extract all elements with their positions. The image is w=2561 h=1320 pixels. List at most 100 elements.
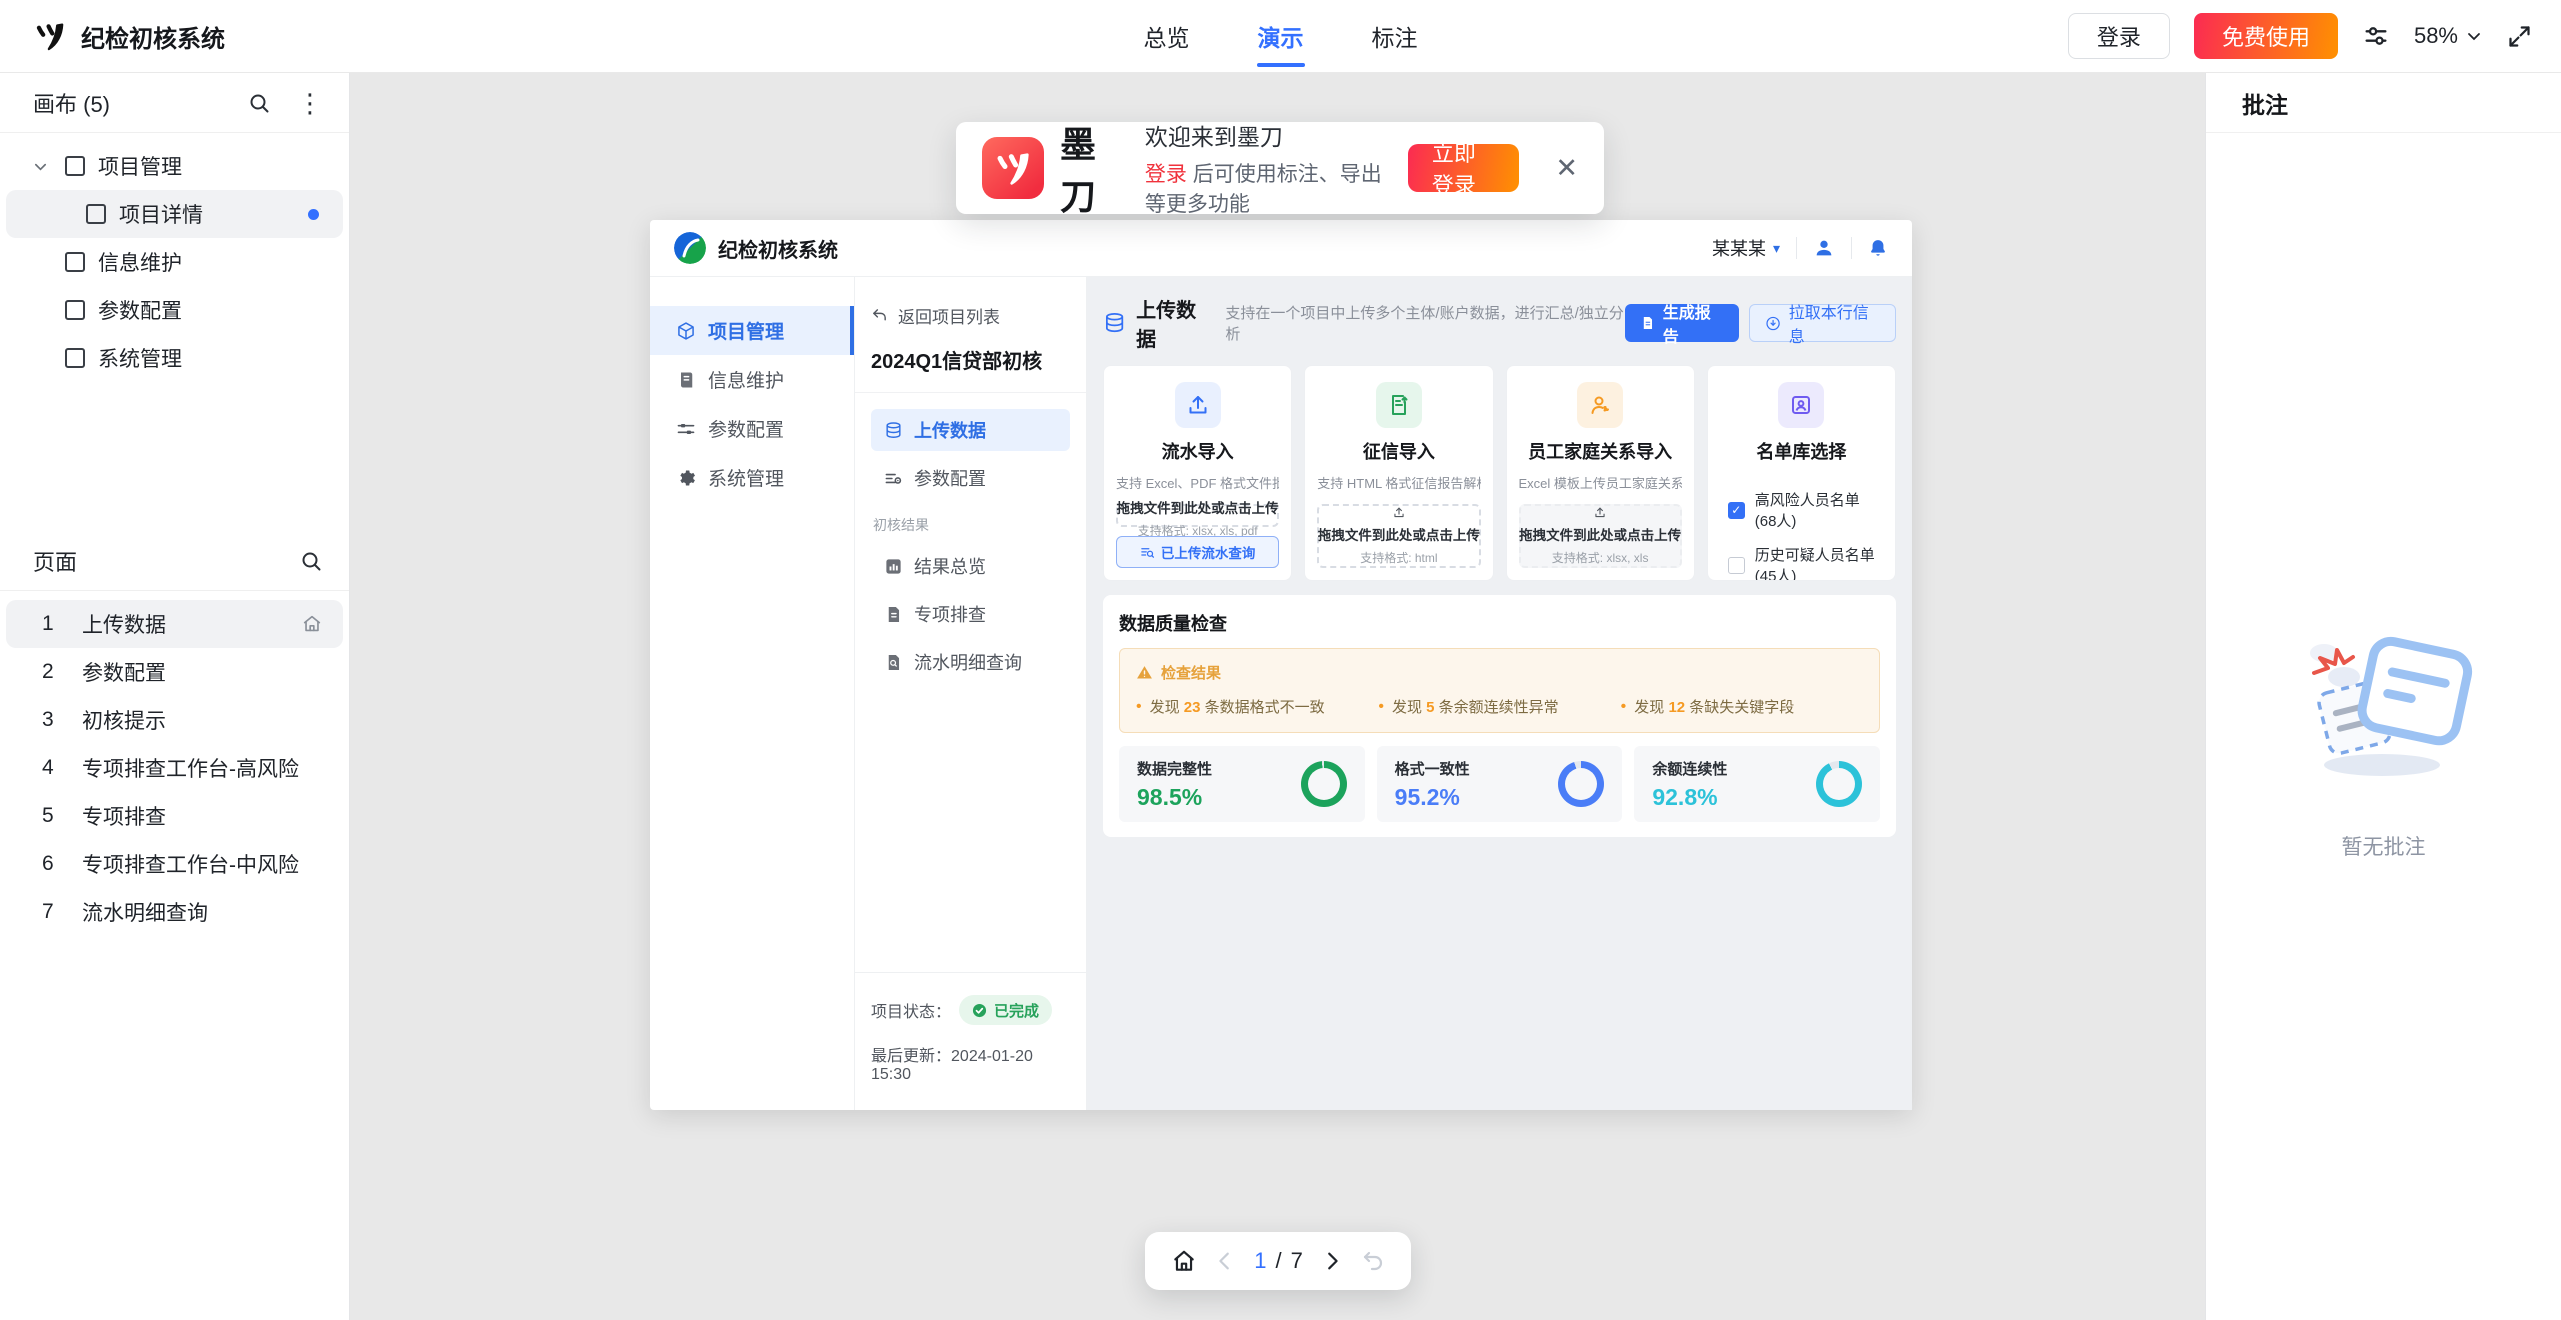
page-row-flow-detail-query[interactable]: 7 流水明细查询 xyxy=(6,888,343,936)
nav-item-label: 项目管理 xyxy=(708,317,784,344)
home-button[interactable] xyxy=(1171,1248,1197,1274)
dropzone-text: 拖拽文件到此处或点击上传 xyxy=(1519,524,1681,544)
empty-annotations-label: 暂无批注 xyxy=(2206,831,2561,861)
document-upload-icon xyxy=(1376,382,1422,428)
presentation-canvas: 墨刀 欢迎来到墨刀 登录 后可使用标注、导出等更多功能 立即登录 ✕ xyxy=(350,73,2205,1320)
divider xyxy=(1851,237,1852,259)
subnav-item-upload-data[interactable]: 上传数据 xyxy=(871,409,1070,451)
mockup-secondary-nav: 返回项目列表 2024Q1信贷部初核 上传数据 参数配置 xyxy=(855,277,1087,1110)
home-page-icon xyxy=(301,613,323,635)
page-row-parameter-config[interactable]: 2 参数配置 xyxy=(6,648,343,696)
search-icon[interactable] xyxy=(247,91,271,115)
frame-icon xyxy=(65,348,85,368)
chevron-down-icon[interactable] xyxy=(28,159,52,174)
metric-value: 92.8% xyxy=(1652,784,1727,811)
back-label: 返回项目列表 xyxy=(898,303,1000,328)
design-mockup[interactable]: 纪检初核系统 某某某 ▾ xyxy=(650,220,1912,1110)
login-button[interactable]: 登录 xyxy=(2068,13,2170,59)
nav-item-info-maintenance[interactable]: 信息维护 xyxy=(650,355,854,404)
restart-button[interactable] xyxy=(1361,1249,1385,1273)
upload-icon xyxy=(1591,506,1609,519)
login-now-button[interactable]: 立即登录 xyxy=(1408,144,1520,192)
page-number: 2 xyxy=(42,660,82,684)
tab-annotate[interactable]: 标注 xyxy=(1366,0,1424,72)
database-icon xyxy=(884,421,903,440)
back-to-project-list[interactable]: 返回项目列表 xyxy=(871,303,1070,328)
page-number: 7 xyxy=(42,900,82,924)
zoom-level-dropdown[interactable]: 58% xyxy=(2414,23,2482,49)
close-icon[interactable]: ✕ xyxy=(1555,153,1578,184)
user-icon[interactable] xyxy=(1813,237,1835,259)
dropzone-formats: 支持格式: xlsx, xls xyxy=(1552,549,1649,566)
card-flow-import: 流水导入 支持 Excel、PDF 格式文件批量上传 拖拽文件到此处或点击上传 … xyxy=(1103,365,1292,581)
file-dropzone[interactable]: 拖拽文件到此处或点击上传 支持格式: html xyxy=(1317,504,1480,568)
next-page-button[interactable] xyxy=(1321,1250,1343,1272)
page-row-special-check-mid-risk[interactable]: 6 专项排查工作台-中风险 xyxy=(6,840,343,888)
search-icon[interactable] xyxy=(299,549,323,573)
generate-report-label: 生成报告 xyxy=(1663,299,1724,347)
pull-bank-info-button[interactable]: 拉取本行信息 xyxy=(1749,304,1896,342)
tree-item-project-detail[interactable]: 项目详情 xyxy=(6,190,343,238)
finding-format-mismatch: • 发现 23 条数据格式不一致 xyxy=(1136,696,1378,717)
fullscreen-icon[interactable] xyxy=(2506,23,2533,50)
nav-item-system-management[interactable]: 系统管理 xyxy=(650,453,854,502)
page-row-special-check-high-risk[interactable]: 4 专项排查工作台-高风险 xyxy=(6,744,343,792)
report-icon xyxy=(1640,315,1655,331)
status-label: 项目状态： xyxy=(871,998,951,1022)
file-dropzone[interactable]: 拖拽文件到此处或点击上传 支持格式: xlsx, xls, pdf xyxy=(1116,504,1279,527)
tree-item-info-maintenance[interactable]: 信息维护 xyxy=(6,238,343,286)
checkbox-high-risk-list[interactable]: ✓ 高风险人员名单(68人) xyxy=(1728,489,1881,531)
checkbox-icon: ✓ xyxy=(1728,557,1745,574)
updated-label: 最后更新： xyxy=(871,1048,951,1065)
user-dropdown[interactable]: 某某某 ▾ xyxy=(1712,235,1780,261)
more-options-icon[interactable]: ⋮ xyxy=(297,90,323,116)
page-label: 专项排查工作台-中风险 xyxy=(82,849,323,879)
tree-item-parameter-config[interactable]: 参数配置 xyxy=(6,286,343,334)
subnav-item-result-overview[interactable]: 结果总览 xyxy=(871,545,1070,587)
subnav-item-flow-detail-query[interactable]: 流水明细查询 xyxy=(871,641,1070,683)
tab-overview[interactable]: 总览 xyxy=(1138,0,1196,72)
app-brand: 纪检初核系统 xyxy=(33,19,225,54)
page-row-initial-review-hint[interactable]: 3 初核提示 xyxy=(6,696,343,744)
free-use-button[interactable]: 免费使用 xyxy=(2194,13,2338,59)
nav-item-parameter-config[interactable]: 参数配置 xyxy=(650,404,854,453)
mockingbot-logo-icon xyxy=(982,137,1044,199)
dropzone-formats: 支持格式: html xyxy=(1360,549,1437,566)
banner-title: 欢迎来到墨刀 xyxy=(1145,118,1392,152)
pull-bank-info-label: 拉取本行信息 xyxy=(1789,299,1880,347)
uploaded-flow-query-button[interactable]: 已上传流水查询 xyxy=(1116,536,1279,568)
bell-icon[interactable] xyxy=(1868,237,1888,259)
card-title: 征信导入 xyxy=(1363,438,1435,464)
annotations-title: 批注 xyxy=(2206,73,2561,133)
subnav-item-special-check[interactable]: 专项排查 xyxy=(871,593,1070,635)
subnav-item-parameter-config[interactable]: 参数配置 xyxy=(871,457,1070,499)
banner-text: 欢迎来到墨刀 登录 后可使用标注、导出等更多功能 xyxy=(1145,118,1392,218)
page-row-upload-data[interactable]: 1 上传数据 xyxy=(6,600,343,648)
tree-item-label: 信息维护 xyxy=(98,247,182,277)
tree-item-project-management[interactable]: 项目管理 xyxy=(6,142,343,190)
page-number: 1 xyxy=(42,612,82,636)
warning-triangle-icon xyxy=(1136,664,1153,681)
prev-page-button[interactable] xyxy=(1214,1250,1236,1272)
list-search-icon xyxy=(1140,545,1155,560)
checkbox-label: 高风险人员名单(68人) xyxy=(1755,489,1881,531)
login-link[interactable]: 登录 xyxy=(1145,163,1187,186)
pages-header-label: 页面 xyxy=(33,545,77,577)
checkbox-history-suspect-list[interactable]: ✓ 历史可疑人员名单(45人) xyxy=(1728,544,1881,581)
page-row-special-check[interactable]: 5 专项排查 xyxy=(6,792,343,840)
zoom-level-value: 58% xyxy=(2414,23,2458,49)
donut-chart xyxy=(1816,761,1862,807)
data-quality-card: 数据质量检查 检查结果 • 发现 23 条数据格式不一致 xyxy=(1103,595,1896,837)
tab-present[interactable]: 演示 xyxy=(1252,0,1310,72)
generate-report-button[interactable]: 生成报告 xyxy=(1625,304,1739,342)
file-dropzone[interactable]: 拖拽文件到此处或点击上传 支持格式: xlsx, xls xyxy=(1519,504,1682,568)
nav-item-project-management[interactable]: 项目管理 xyxy=(650,306,854,355)
settings-sliders-icon[interactable] xyxy=(2362,22,2390,50)
upload-cards: 流水导入 支持 Excel、PDF 格式文件批量上传 拖拽文件到此处或点击上传 … xyxy=(1103,365,1896,581)
topbar-actions: 登录 免费使用 58% xyxy=(2068,13,2533,59)
subnav-item-label: 结果总览 xyxy=(914,553,986,579)
tree-item-system-management[interactable]: 系统管理 xyxy=(6,334,343,382)
warning-title: 检查结果 xyxy=(1161,662,1221,683)
sliders-icon xyxy=(676,419,696,439)
tree-item-label: 系统管理 xyxy=(98,343,182,373)
